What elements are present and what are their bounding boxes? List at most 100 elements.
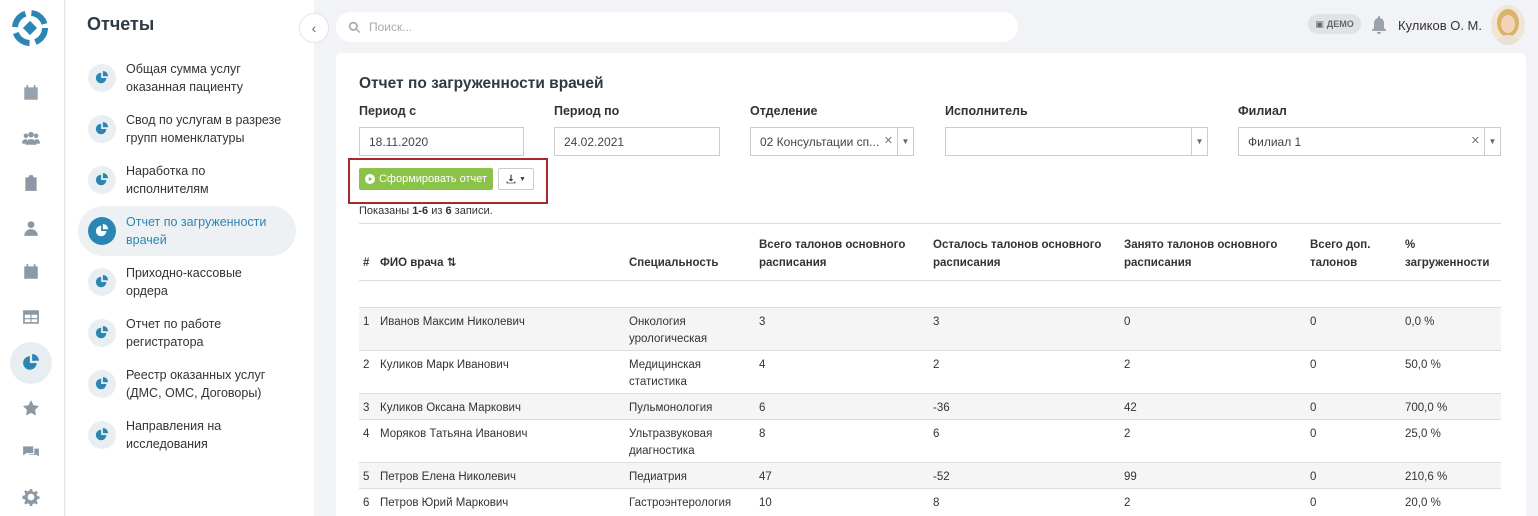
cell-spec: Онкология урологическая xyxy=(629,316,708,345)
collapse-sidebar-button[interactable]: ‹ xyxy=(299,13,329,43)
avatar[interactable] xyxy=(1491,5,1525,45)
period-from-label: Период с xyxy=(359,104,417,118)
clipboard-icon[interactable] xyxy=(10,162,52,204)
generate-report-button[interactable]: Сформировать отчет xyxy=(359,168,493,190)
chat-icon[interactable] xyxy=(10,431,52,473)
table-row[interactable]: 1 Иванов Максим Николевич Онкология урологи… xyxy=(359,307,1501,350)
chevron-down-icon[interactable]: ▼ xyxy=(1191,128,1207,155)
bell-icon[interactable] xyxy=(1371,16,1387,34)
col-pct: % загруженности xyxy=(1405,239,1490,269)
period-from-field[interactable]: 18.11.2020 xyxy=(359,127,524,156)
records-summary: Показаны 1-6 из 6 записи. xyxy=(359,205,493,217)
cell-pct: 50,0 % xyxy=(1405,359,1441,371)
department-select[interactable]: 02 Консультации сп... ✕ ▼ xyxy=(750,127,914,156)
cell-pct: 700,0 % xyxy=(1405,402,1448,414)
cell-extra: 0 xyxy=(1310,428,1317,440)
cell-extra: 0 xyxy=(1310,471,1317,483)
clear-icon[interactable]: ✕ xyxy=(884,134,893,147)
cell-num: 5 xyxy=(363,471,370,483)
cell-left: 2 xyxy=(933,359,940,371)
pie-chart-icon xyxy=(88,370,116,398)
col-total: Всего талонов основного расписания xyxy=(759,239,906,269)
col-spec: Специальность xyxy=(629,257,719,269)
cell-busy: 2 xyxy=(1124,497,1131,509)
pie-chart-icon xyxy=(88,166,116,194)
performer-label: Исполнитель xyxy=(945,104,1028,118)
cell-busy: 2 xyxy=(1124,428,1131,440)
download-button[interactable]: ▼ xyxy=(498,168,534,190)
cell-name: Моряков Татьяна Иванович xyxy=(380,428,528,440)
cell-total: 6 xyxy=(759,402,766,414)
search-bar[interactable] xyxy=(336,12,1018,42)
cell-busy: 2 xyxy=(1124,359,1131,371)
sidebar-item-research-referrals[interactable]: Направления на исследования xyxy=(78,410,296,460)
cell-left: 3 xyxy=(933,316,940,328)
chevron-down-icon[interactable]: ▼ xyxy=(1484,128,1500,155)
table-row[interactable]: 2 Куликов Марк Иванович Медицинская статист… xyxy=(359,350,1501,393)
cell-pct: 25,0 % xyxy=(1405,428,1441,440)
cell-name: Куликов Оксана Маркович xyxy=(380,402,521,414)
reports-icon[interactable] xyxy=(10,342,52,384)
cell-num: 3 xyxy=(363,402,370,414)
sidebar-item-cash-orders[interactable]: Приходно-кассовые ордера xyxy=(78,257,296,307)
sidebar-item-performers-output[interactable]: Наработка по исполнителям xyxy=(78,155,296,205)
search-input[interactable] xyxy=(369,20,969,34)
schedule-icon[interactable] xyxy=(10,251,52,293)
demo-badge: ▣ ДЕМО xyxy=(1308,14,1361,34)
table-icon[interactable] xyxy=(10,296,52,338)
cell-busy: 0 xyxy=(1124,316,1131,328)
cell-name: Петров Елена Николевич xyxy=(380,471,517,483)
table-row[interactable]: 6 Петров Юрий Маркович Гастроэнтерология 10… xyxy=(359,488,1501,516)
cell-total: 8 xyxy=(759,428,766,440)
sidebar-item-doctors-load[interactable]: Отчет по загруженности врачей xyxy=(78,206,296,256)
sidebar-item-registrar-report[interactable]: Отчет по работе регистратора xyxy=(78,308,296,358)
sidebar-item-services-registry[interactable]: Реестр оказанных услуг (ДМС, ОМС, Договор… xyxy=(78,359,296,409)
table-header: # ФИО врача ⇅ Специальность Всего талоно… xyxy=(359,223,1501,281)
period-to-label: Период по xyxy=(554,104,620,118)
cell-left: -52 xyxy=(933,471,950,483)
col-num: # xyxy=(363,257,370,269)
cell-left: 6 xyxy=(933,428,940,440)
report-card: Отчет по загруженности врачей Период с 1… xyxy=(336,53,1526,516)
cell-num: 1 xyxy=(363,316,370,328)
sort-icon[interactable]: ⇅ xyxy=(447,257,457,269)
sidebar-item-total-services[interactable]: Общая сумма услуг оказанная пациенту xyxy=(78,53,296,103)
icon-rail xyxy=(0,0,65,516)
cell-extra: 0 xyxy=(1310,359,1317,371)
doctor-icon[interactable] xyxy=(10,207,52,249)
table-row[interactable]: 3 Куликов Оксана Маркович Пульмонология 6 -3… xyxy=(359,393,1501,419)
user-name[interactable]: Куликов О. М. xyxy=(1398,18,1482,33)
cell-name: Куликов Марк Иванович xyxy=(380,359,509,371)
cell-pct: 0,0 % xyxy=(1405,316,1435,328)
report-title: Отчет по загруженности врачей xyxy=(359,75,604,92)
branch-select[interactable]: Филиал 1 ✕ ▼ xyxy=(1238,127,1501,156)
clear-icon[interactable]: ✕ xyxy=(1471,134,1480,147)
table-row[interactable]: 4 Моряков Татьяна Иванович Ультразвуковая д… xyxy=(359,419,1501,462)
cell-spec: Пульмонология xyxy=(629,402,713,414)
table-row[interactable]: 5 Петров Елена Николевич Педиатрия 47 -52 99 0… xyxy=(359,462,1501,488)
cell-left: 8 xyxy=(933,497,940,509)
col-left: Осталось талонов основного расписания xyxy=(933,239,1102,269)
chevron-down-icon[interactable]: ▼ xyxy=(897,128,913,155)
cell-total: 3 xyxy=(759,316,766,328)
gear-icon[interactable] xyxy=(10,476,52,516)
col-name[interactable]: ФИО врача ⇅ xyxy=(380,254,456,272)
users-icon[interactable] xyxy=(10,117,52,159)
sidebar-item-services-summary[interactable]: Свод по услугам в разрезе групп номенклат… xyxy=(78,104,296,154)
sidebar-title: Отчеты xyxy=(87,14,155,34)
cell-name: Петров Юрий Маркович xyxy=(380,497,509,509)
period-to-field[interactable]: 24.02.2021 xyxy=(554,127,720,156)
calendar-icon[interactable] xyxy=(10,72,52,114)
cell-spec: Гастроэнтерология xyxy=(629,497,732,509)
pie-chart-icon xyxy=(88,64,116,92)
cell-busy: 99 xyxy=(1124,471,1137,483)
performer-select[interactable]: ▼ xyxy=(945,127,1208,156)
star-icon[interactable] xyxy=(10,387,52,429)
cell-total: 10 xyxy=(759,497,772,509)
cell-total: 47 xyxy=(759,471,772,483)
app-logo[interactable] xyxy=(12,10,48,46)
cell-extra: 0 xyxy=(1310,402,1317,414)
cell-spec: Медицинская статистика xyxy=(629,359,702,388)
cell-busy: 42 xyxy=(1124,402,1137,414)
cell-pct: 210,6 % xyxy=(1405,471,1448,483)
